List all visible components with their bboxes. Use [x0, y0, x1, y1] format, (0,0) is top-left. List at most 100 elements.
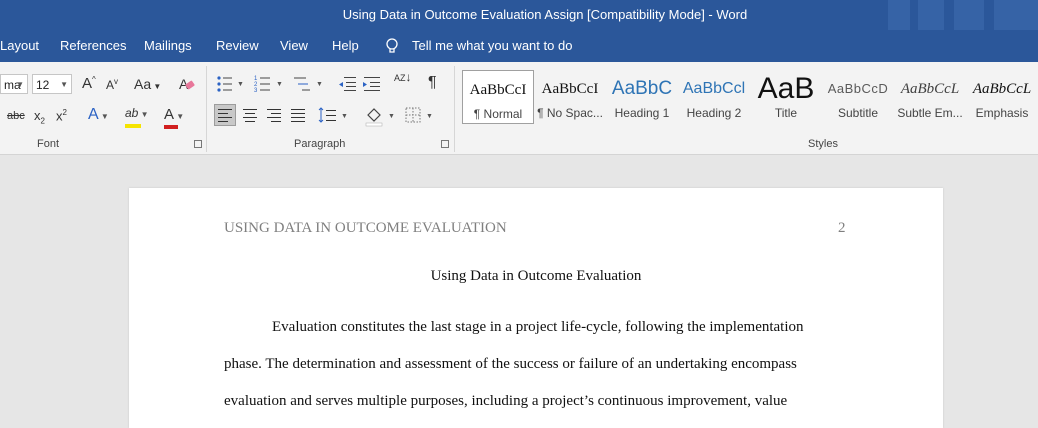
style-preview: AaB: [757, 74, 815, 104]
style-name: ¶ No Spac...: [537, 106, 603, 120]
font-size-box[interactable]: 12 ▼: [32, 74, 72, 94]
style-name: Title: [774, 106, 798, 120]
group-separator: [454, 66, 455, 152]
center-button[interactable]: [240, 105, 260, 125]
tab-review[interactable]: Review: [216, 30, 259, 62]
grow-font-icon: A: [82, 75, 93, 92]
borders-button[interactable]: ▼: [404, 105, 436, 125]
svg-text:▼: ▼: [276, 81, 283, 88]
superscript-suffix: 2: [62, 108, 67, 117]
style-subtitle[interactable]: AaBbCcD Subtitle: [822, 70, 894, 124]
show-formatting-marks-button[interactable]: ¶: [428, 74, 437, 92]
style-subtle-emphasis[interactable]: AaBbCcL Subtle Em...: [894, 70, 966, 124]
increase-indent-button[interactable]: [362, 74, 382, 94]
page-number: 2: [838, 220, 846, 236]
shrink-font-icon: A: [106, 78, 115, 92]
style-preview: AaBbCcL: [972, 81, 1032, 97]
svg-text:▼: ▼: [341, 113, 348, 120]
style-name: Emphasis: [975, 106, 1029, 120]
paragraph-dialog-launcher[interactable]: [441, 140, 449, 148]
style-preview: AaBbC: [611, 78, 673, 99]
chevron-down-icon: ▼: [60, 80, 68, 89]
window-title: Using Data in Outcome Evaluation Assign …: [342, 7, 748, 22]
align-left-icon: [218, 109, 232, 122]
paragraph-group-label: Paragraph: [294, 138, 346, 150]
style-preview: AaBbCcI: [469, 82, 527, 98]
ribbon-tabs: Layout References Mailings Review View H…: [0, 30, 1038, 62]
style-preview: AaBbCcD: [827, 81, 889, 96]
font-group-label: Font: [37, 138, 60, 150]
tell-me-label: Tell me what you want to do: [412, 38, 573, 53]
sort-icon: AZ: [394, 73, 406, 83]
subscript-suffix: 2: [40, 116, 45, 126]
decrease-indent-button[interactable]: [338, 74, 358, 94]
font-color-bar: [164, 125, 178, 129]
style-name: Subtle Em...: [897, 106, 963, 120]
style-emphasis[interactable]: AaBbCcL Emphasis: [966, 70, 1038, 124]
highlight-button[interactable]: ab ▼: [125, 106, 149, 128]
align-right-button[interactable]: [264, 105, 284, 125]
font-dialog-launcher[interactable]: [194, 140, 202, 148]
style-title[interactable]: AaB Title: [750, 70, 822, 124]
align-left-button[interactable]: [214, 104, 236, 126]
style-preview: AaBbCcl: [682, 80, 746, 97]
font-color-button[interactable]: A ▼: [164, 106, 184, 129]
lightbulb-icon: [386, 38, 398, 53]
svg-text:▼: ▼: [388, 113, 395, 120]
tab-mailings[interactable]: Mailings: [144, 30, 192, 62]
font-size-value: 12: [36, 78, 50, 92]
tab-view[interactable]: View: [280, 30, 308, 62]
tab-references[interactable]: References: [60, 30, 126, 62]
highlight-icon: ab: [125, 106, 139, 120]
subscript-button[interactable]: x2: [34, 108, 45, 126]
style-no-spacing[interactable]: AaBbCcI ¶ No Spac...: [534, 70, 606, 124]
highlight-color-bar: [125, 124, 141, 128]
numbering-button[interactable]: 1 2 3 ▼: [254, 74, 286, 94]
document-title: Using Data in Outcome Evaluation: [430, 268, 642, 284]
grow-font-button[interactable]: A^: [82, 75, 96, 92]
multilevel-list-button[interactable]: ▼: [294, 74, 326, 94]
chevron-down-icon: ▼: [16, 80, 24, 89]
styles-gallery: AaBbCcI ¶ Normal AaBbCcI ¶ No Spac... Aa…: [462, 66, 1038, 128]
title-bar: Using Data in Outcome Evaluation Assign …: [0, 0, 1038, 30]
text-effects-icon: A: [88, 106, 99, 123]
style-heading-2[interactable]: AaBbCcl Heading 2: [678, 70, 750, 124]
style-name: ¶ Normal: [473, 107, 523, 121]
style-name: Subtitle: [837, 106, 879, 120]
sort-button[interactable]: AZ↓: [394, 71, 412, 83]
running-head: USING DATA IN OUTCOME EVALUATION: [224, 220, 507, 236]
font-color-icon: A: [164, 106, 175, 123]
document-page[interactable]: USING DATA IN OUTCOME EVALUATION 2 Using…: [129, 188, 943, 428]
change-case-button[interactable]: Aa ▼: [134, 76, 161, 92]
body-line: evaluation and serves multiple purposes,…: [224, 393, 788, 409]
shrink-font-button[interactable]: Av: [106, 77, 118, 92]
style-preview: AaBbCcL: [900, 81, 960, 97]
change-case-icon: Aa: [134, 76, 152, 92]
svg-text:▼: ▼: [237, 81, 244, 88]
style-normal[interactable]: AaBbCcI ¶ Normal: [462, 70, 534, 124]
svg-text:▼: ▼: [426, 113, 433, 120]
svg-text:▼: ▼: [316, 81, 323, 88]
group-separator: [206, 66, 207, 152]
svg-text:3: 3: [254, 88, 258, 94]
body-line: phase. The determination and assessment …: [224, 356, 797, 372]
style-preview: AaBbCcI: [541, 81, 599, 97]
tell-me-search[interactable]: Tell me what you want to do: [385, 30, 572, 62]
text-effects-button[interactable]: A ▼: [88, 106, 109, 124]
style-name: Heading 2: [686, 106, 742, 120]
style-name: Heading 1: [614, 106, 670, 120]
line-spacing-button[interactable]: ▼: [318, 105, 350, 125]
shading-button[interactable]: ▼: [364, 105, 398, 127]
ribbon: ma ▼ 12 ▼ A^ Av Aa ▼ A abc x2 x2 A ▼ ab …: [0, 62, 1038, 155]
font-name-box[interactable]: ma ▼: [0, 74, 28, 94]
tab-help[interactable]: Help: [332, 30, 359, 62]
tab-layout[interactable]: Layout: [0, 30, 39, 62]
body-line: Evaluation constitutes the last stage in…: [272, 319, 804, 335]
style-heading-1[interactable]: AaBbC Heading 1: [606, 70, 678, 124]
bullets-button[interactable]: ▼: [216, 74, 246, 94]
clear-formatting-button[interactable]: A: [178, 74, 196, 94]
superscript-button[interactable]: x2: [56, 108, 67, 123]
justify-button[interactable]: [288, 105, 308, 125]
styles-group-label: Styles: [808, 138, 838, 150]
strikethrough-button[interactable]: abc: [7, 110, 25, 122]
